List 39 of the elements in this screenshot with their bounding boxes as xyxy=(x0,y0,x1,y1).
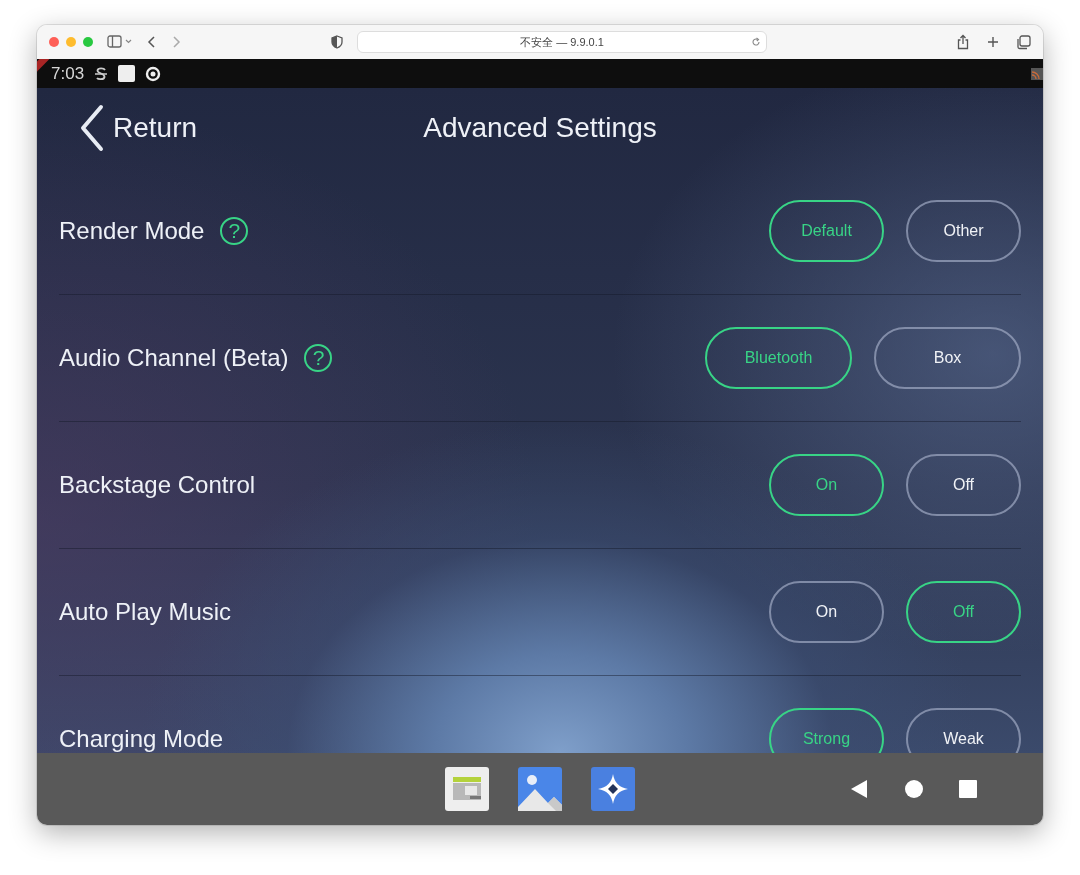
option-button[interactable]: Bluetooth xyxy=(705,327,852,389)
s-logo-icon xyxy=(94,65,109,82)
address-text: 不安全 — 9.9.0.1 xyxy=(520,34,604,50)
back-triangle-icon[interactable] xyxy=(849,779,869,799)
chevron-left-icon xyxy=(79,104,105,152)
sidebar-icon[interactable] xyxy=(107,35,133,49)
shield-icon[interactable] xyxy=(331,35,343,49)
back-icon[interactable] xyxy=(147,35,157,49)
close-button[interactable] xyxy=(49,37,59,47)
help-icon[interactable]: ? xyxy=(220,217,249,245)
sparkle-app-icon[interactable] xyxy=(591,767,635,811)
option-button[interactable]: Off xyxy=(906,454,1021,516)
reload-icon[interactable] xyxy=(751,37,761,47)
share-icon[interactable] xyxy=(956,34,970,50)
option-button[interactable]: Off xyxy=(906,581,1021,643)
option-button[interactable]: Other xyxy=(906,200,1021,262)
setting-label: Render Mode xyxy=(59,217,205,245)
home-circle-icon[interactable] xyxy=(905,780,923,798)
help-icon[interactable]: ? xyxy=(304,344,333,372)
option-button[interactable]: On xyxy=(769,581,884,643)
setting-label: Charging Mode xyxy=(59,725,224,753)
forward-icon[interactable] xyxy=(171,35,181,49)
tabs-icon[interactable] xyxy=(1016,34,1031,50)
setting-label: Audio Channel (Beta) xyxy=(59,344,289,372)
zoom-button[interactable] xyxy=(83,37,93,47)
option-button[interactable]: Default xyxy=(769,200,884,262)
setting-label: Backstage Control xyxy=(59,471,256,499)
cast-icon xyxy=(1031,67,1043,80)
status-time: 7:03 xyxy=(51,63,85,84)
plus-icon[interactable] xyxy=(986,35,1000,49)
address-bar[interactable]: 不安全 — 9.9.0.1 xyxy=(357,31,767,53)
gallery-app-icon[interactable] xyxy=(518,767,562,811)
setting-label: Auto Play Music xyxy=(59,598,232,626)
record-icon xyxy=(145,65,162,82)
option-button[interactable]: Box xyxy=(874,327,1021,389)
page-title: Advanced Settings xyxy=(423,112,657,144)
return-button[interactable]: Return xyxy=(79,104,198,152)
option-button[interactable]: On xyxy=(769,454,884,516)
square-icon xyxy=(118,65,136,82)
